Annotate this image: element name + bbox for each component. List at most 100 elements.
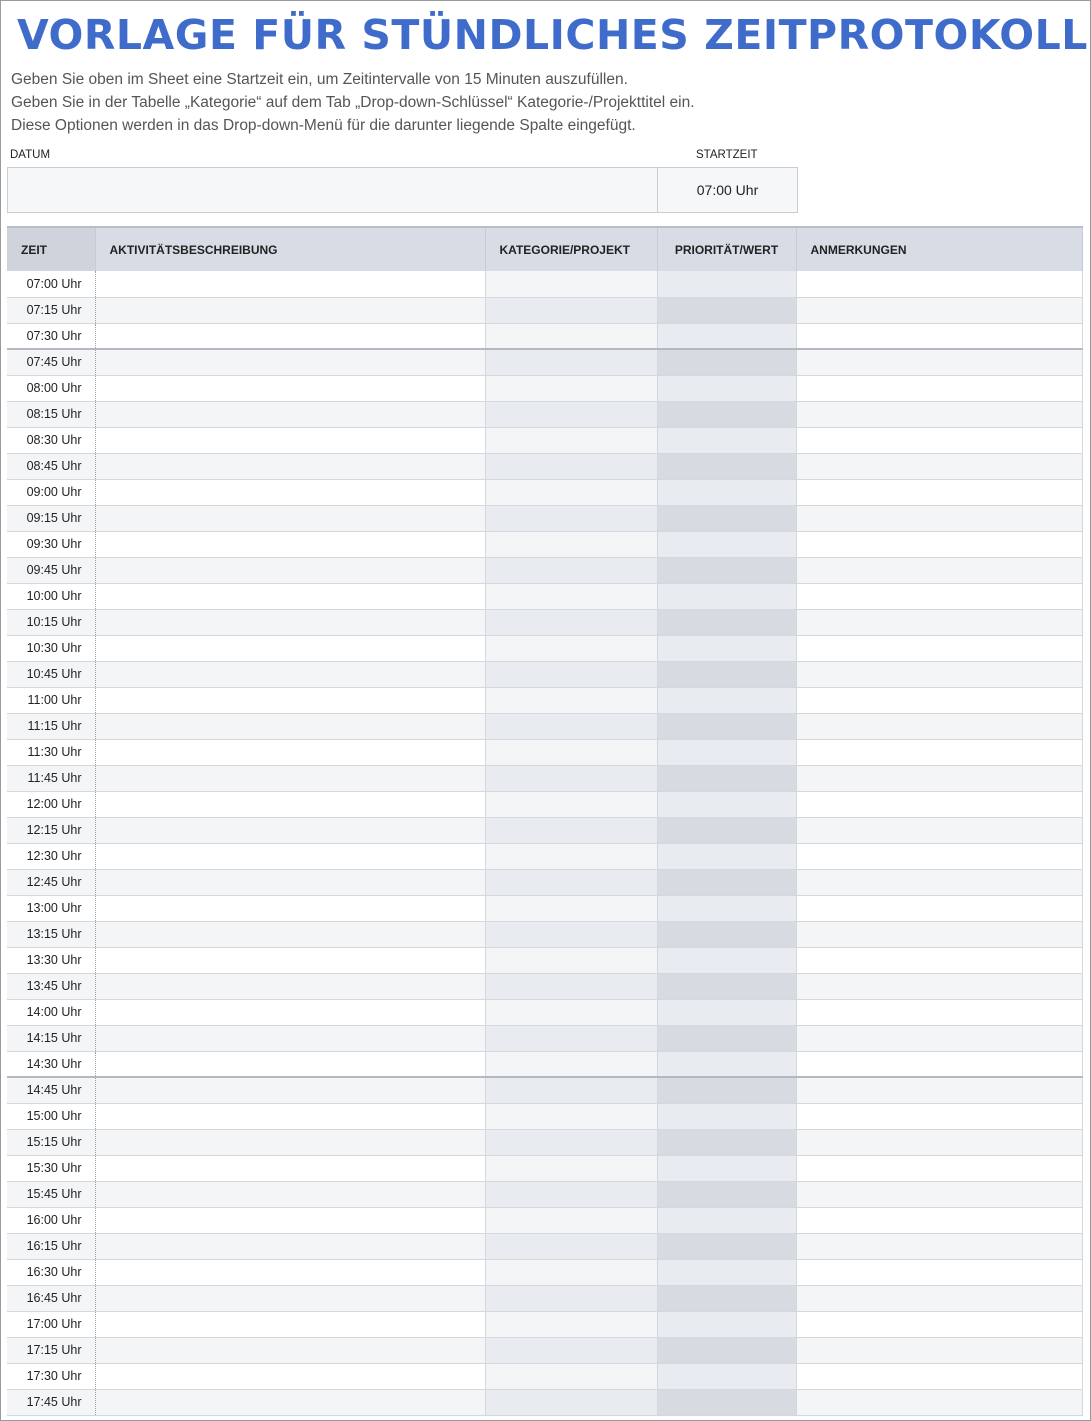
activity-cell[interactable] [95, 1207, 486, 1234]
priority-cell[interactable] [657, 1181, 797, 1208]
category-cell[interactable] [485, 453, 658, 480]
priority-cell[interactable] [657, 583, 797, 610]
priority-cell[interactable] [657, 401, 797, 428]
category-cell[interactable] [485, 1389, 658, 1416]
priority-cell[interactable] [657, 323, 797, 350]
activity-cell[interactable] [95, 739, 486, 766]
notes-cell[interactable] [796, 921, 1083, 948]
priority-cell[interactable] [657, 557, 797, 584]
category-cell[interactable] [485, 505, 658, 532]
notes-cell[interactable] [796, 375, 1083, 402]
notes-cell[interactable] [796, 583, 1083, 610]
notes-cell[interactable] [796, 895, 1083, 922]
notes-cell[interactable] [796, 1129, 1083, 1156]
notes-cell[interactable] [796, 1389, 1083, 1416]
notes-cell[interactable] [796, 687, 1083, 714]
category-cell[interactable] [485, 713, 658, 740]
priority-cell[interactable] [657, 973, 797, 1000]
notes-cell[interactable] [796, 271, 1083, 298]
notes-cell[interactable] [796, 557, 1083, 584]
category-cell[interactable] [485, 323, 658, 350]
priority-cell[interactable] [657, 921, 797, 948]
priority-cell[interactable] [657, 817, 797, 844]
notes-cell[interactable] [796, 1076, 1083, 1104]
category-cell[interactable] [485, 895, 658, 922]
notes-cell[interactable] [796, 348, 1083, 376]
category-cell[interactable] [485, 661, 658, 688]
priority-cell[interactable] [657, 453, 797, 480]
category-cell[interactable] [485, 1233, 658, 1260]
priority-cell[interactable] [657, 505, 797, 532]
priority-cell[interactable] [657, 1207, 797, 1234]
date-field[interactable] [7, 167, 658, 213]
category-cell[interactable] [485, 557, 658, 584]
activity-cell[interactable] [95, 1363, 486, 1390]
category-cell[interactable] [485, 1051, 658, 1078]
notes-cell[interactable] [796, 1363, 1083, 1390]
activity-cell[interactable] [95, 1389, 486, 1416]
notes-cell[interactable] [796, 297, 1083, 324]
notes-cell[interactable] [796, 531, 1083, 558]
priority-cell[interactable] [657, 635, 797, 662]
category-cell[interactable] [485, 297, 658, 324]
activity-cell[interactable] [95, 1155, 486, 1182]
activity-cell[interactable] [95, 999, 486, 1026]
priority-cell[interactable] [657, 427, 797, 454]
category-cell[interactable] [485, 1129, 658, 1156]
category-cell[interactable] [485, 947, 658, 974]
activity-cell[interactable] [95, 947, 486, 974]
category-cell[interactable] [485, 1285, 658, 1312]
activity-cell[interactable] [95, 401, 486, 428]
priority-cell[interactable] [657, 1129, 797, 1156]
notes-cell[interactable] [796, 947, 1083, 974]
activity-cell[interactable] [95, 1233, 486, 1260]
category-cell[interactable] [485, 1259, 658, 1286]
category-cell[interactable] [485, 1337, 658, 1364]
category-cell[interactable] [485, 583, 658, 610]
priority-cell[interactable] [657, 297, 797, 324]
category-cell[interactable] [485, 869, 658, 896]
category-cell[interactable] [485, 791, 658, 818]
category-cell[interactable] [485, 427, 658, 454]
activity-cell[interactable] [95, 895, 486, 922]
category-cell[interactable] [485, 401, 658, 428]
activity-cell[interactable] [95, 1103, 486, 1130]
notes-cell[interactable] [796, 713, 1083, 740]
category-cell[interactable] [485, 921, 658, 948]
notes-cell[interactable] [796, 453, 1083, 480]
priority-cell[interactable] [657, 1259, 797, 1286]
priority-cell[interactable] [657, 1233, 797, 1260]
category-cell[interactable] [485, 479, 658, 506]
activity-cell[interactable] [95, 323, 486, 350]
activity-cell[interactable] [95, 843, 486, 870]
activity-cell[interactable] [95, 531, 486, 558]
activity-cell[interactable] [95, 921, 486, 948]
notes-cell[interactable] [796, 843, 1083, 870]
priority-cell[interactable] [657, 869, 797, 896]
notes-cell[interactable] [796, 765, 1083, 792]
notes-cell[interactable] [796, 401, 1083, 428]
notes-cell[interactable] [796, 479, 1083, 506]
notes-cell[interactable] [796, 609, 1083, 636]
priority-cell[interactable] [657, 1025, 797, 1052]
category-cell[interactable] [485, 765, 658, 792]
category-cell[interactable] [485, 1363, 658, 1390]
category-cell[interactable] [485, 348, 658, 376]
priority-cell[interactable] [657, 1076, 797, 1104]
notes-cell[interactable] [796, 739, 1083, 766]
priority-cell[interactable] [657, 1103, 797, 1130]
activity-cell[interactable] [95, 427, 486, 454]
activity-cell[interactable] [95, 713, 486, 740]
activity-cell[interactable] [95, 791, 486, 818]
notes-cell[interactable] [796, 635, 1083, 662]
category-cell[interactable] [485, 635, 658, 662]
activity-cell[interactable] [95, 869, 486, 896]
category-cell[interactable] [485, 1025, 658, 1052]
category-cell[interactable] [485, 1103, 658, 1130]
priority-cell[interactable] [657, 843, 797, 870]
notes-cell[interactable] [796, 1337, 1083, 1364]
category-cell[interactable] [485, 999, 658, 1026]
priority-cell[interactable] [657, 1051, 797, 1078]
category-cell[interactable] [485, 609, 658, 636]
notes-cell[interactable] [796, 999, 1083, 1026]
